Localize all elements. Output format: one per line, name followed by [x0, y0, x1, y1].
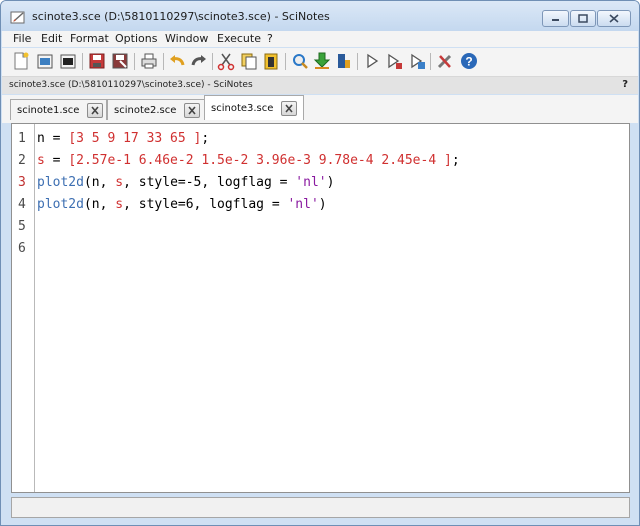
menu-window[interactable]: Window [165, 32, 208, 45]
toolbar-separator [357, 53, 358, 70]
line-number: 5 [18, 219, 26, 234]
tab-label: scinote2.sce [114, 105, 177, 116]
minimize-icon [552, 19, 559, 21]
code-token: [2.57e-1 6.46e-2 1.5e-2 3.96e-3 9.78e-4 … [68, 153, 452, 168]
code-token: , style=-5, logflag = [123, 175, 296, 190]
code-token: plot2d [37, 175, 84, 190]
save-icon[interactable] [87, 51, 107, 71]
close-icon [91, 106, 99, 115]
menu-format[interactable]: Format [70, 32, 109, 45]
document-info-bar: scinote3.sce (D:\5810110297\scinote3.sce… [2, 77, 638, 94]
svg-text:?: ? [465, 55, 472, 69]
close-icon [609, 14, 619, 23]
code-token: ) [318, 197, 327, 212]
tab-close-button[interactable] [87, 103, 103, 118]
code-token: (n, [83, 197, 116, 212]
menu-file[interactable]: File [13, 32, 31, 45]
menu-bar: File Edit Format Options Window Execute … [2, 31, 638, 47]
document-path: scinote3.sce (D:\5810110297\scinote3.sce… [9, 80, 253, 90]
code-editor[interactable]: 1 2 3 4 5 6 n = [3 5 9 17 33 65 ]; s = [… [11, 123, 630, 493]
execute-icon[interactable] [362, 51, 382, 71]
find-replace-icon[interactable] [290, 51, 310, 71]
menu-options[interactable]: Options [115, 32, 157, 45]
scinotes-window: scinote3.sce (D:\5810110297\scinote3.sce… [0, 0, 640, 526]
line-number: 6 [18, 241, 26, 256]
code-token: plot2d [37, 197, 84, 212]
toolbar-separator [163, 53, 164, 70]
minimize-button[interactable] [542, 10, 569, 27]
code-line-4[interactable]: plot2d(n, s, style=6, logflag = 'nl') [37, 197, 327, 212]
line-number: 3 [18, 175, 26, 190]
line-number: 1 [18, 131, 26, 146]
help-icon[interactable]: ? [459, 51, 479, 71]
close-button[interactable] [597, 10, 631, 27]
tab-scinote1[interactable]: scinote1.sce [10, 99, 107, 120]
preferences-icon[interactable] [435, 51, 455, 71]
copy-icon[interactable] [239, 51, 259, 71]
code-token: n [37, 131, 45, 146]
execute-selection-icon[interactable] [384, 51, 404, 71]
redo-icon[interactable] [189, 51, 209, 71]
print-icon[interactable] [139, 51, 159, 71]
execute-file-icon[interactable] [334, 51, 354, 71]
maximize-button[interactable] [570, 10, 596, 27]
tab-close-button[interactable] [281, 101, 297, 116]
code-token: [3 5 9 17 33 65 ] [68, 131, 202, 146]
code-line-1[interactable]: n = [3 5 9 17 33 65 ]; [37, 131, 209, 146]
save-as-icon[interactable] [110, 51, 130, 71]
code-token: (n, [83, 175, 116, 190]
tab-scinote2[interactable]: scinote2.sce [107, 99, 205, 120]
toolbar: ? [2, 48, 638, 77]
toolbar-separator [82, 53, 83, 70]
paste-icon[interactable] [261, 51, 281, 71]
new-file-icon[interactable] [11, 51, 31, 71]
code-token: ; [451, 153, 460, 168]
code-token: = [44, 131, 69, 146]
menu-execute[interactable]: Execute [217, 32, 261, 45]
code-token: ; [201, 131, 210, 146]
toolbar-separator [430, 53, 431, 70]
code-token: 'nl' [295, 175, 327, 190]
code-line-2[interactable]: s = [2.57e-1 6.46e-2 1.5e-2 3.96e-3 9.78… [37, 153, 460, 168]
close-icon [188, 106, 196, 115]
line-number-gutter: 1 2 3 4 5 6 [12, 124, 35, 492]
open-recent-icon[interactable] [58, 51, 78, 71]
tab-bar: scinote1.sce scinote2.sce scinote3.sce [2, 95, 638, 123]
menu-edit[interactable]: Edit [41, 32, 62, 45]
toolbar-separator [134, 53, 135, 70]
code-token: = [44, 153, 69, 168]
close-icon [285, 104, 293, 113]
help-question-mark[interactable]: ? [622, 79, 628, 90]
code-line-3[interactable]: plot2d(n, s, style=-5, logflag = 'nl') [37, 175, 334, 190]
code-token: s [37, 153, 45, 168]
line-number: 2 [18, 153, 26, 168]
tab-scinote3[interactable]: scinote3.sce [204, 95, 304, 120]
load-into-scilab-icon[interactable] [312, 51, 332, 71]
tab-label: scinote1.sce [17, 105, 80, 116]
tab-label: scinote3.sce [211, 103, 274, 114]
execute-until-icon[interactable] [407, 51, 427, 71]
toolbar-separator [285, 53, 286, 70]
toolbar-separator [212, 53, 213, 70]
menu-help[interactable]: ? [267, 32, 273, 45]
code-token: s [115, 197, 124, 212]
code-token: s [115, 175, 124, 190]
open-file-icon[interactable] [35, 51, 55, 71]
window-title: scinote3.sce (D:\5810110297\scinote3.sce… [32, 10, 330, 23]
cut-icon[interactable] [216, 51, 236, 71]
code-token: 'nl' [287, 197, 319, 212]
undo-icon[interactable] [167, 51, 187, 71]
maximize-icon [578, 14, 588, 23]
tab-close-button[interactable] [184, 103, 200, 118]
line-number: 4 [18, 197, 26, 212]
title-bar[interactable]: scinote3.sce (D:\5810110297\scinote3.sce… [1, 1, 639, 31]
code-token: ) [326, 175, 335, 190]
scinotes-app-icon [10, 9, 26, 24]
code-token: , style=6, logflag = [123, 197, 288, 212]
status-bar [11, 497, 630, 518]
